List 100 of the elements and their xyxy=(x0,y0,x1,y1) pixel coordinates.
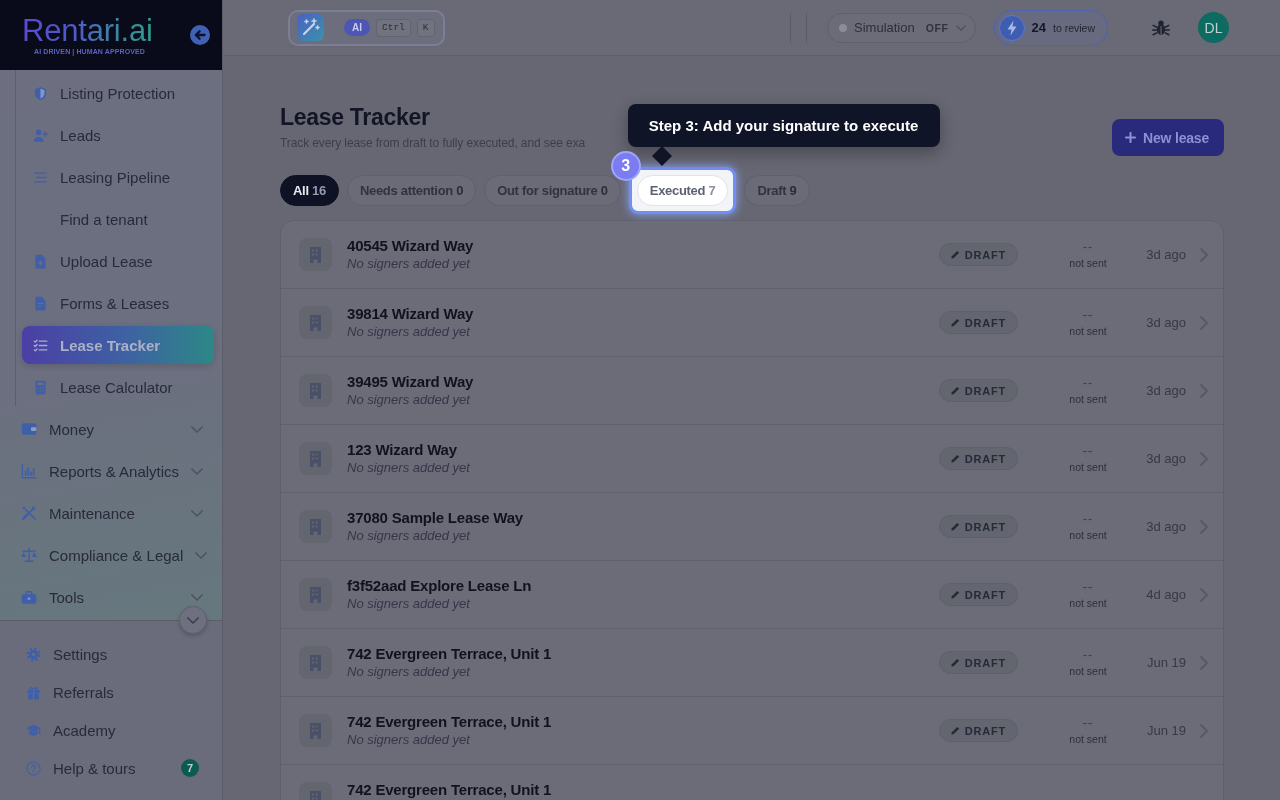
status-label: DRAFT xyxy=(964,248,1006,261)
chevron-down-icon xyxy=(955,24,966,31)
lease-title: 742 Evergreen Terrace, Unit 1 xyxy=(347,713,553,730)
filter-tab[interactable]: Draft 9 xyxy=(744,174,810,206)
file-upload-icon xyxy=(33,253,48,269)
nav-group[interactable]: Money xyxy=(10,410,212,448)
bug-icon[interactable] xyxy=(1152,18,1170,37)
filter-tab[interactable]: Out for signature 0 xyxy=(484,174,621,206)
shield-icon xyxy=(33,85,48,101)
signer-count: -- xyxy=(1082,648,1094,662)
sent-status: not sent xyxy=(1069,665,1107,677)
nav-item[interactable]: Academy xyxy=(10,713,212,747)
scale-icon xyxy=(21,547,37,563)
tooltip-pointer-icon xyxy=(651,145,672,166)
nav-group[interactable]: Maintenance xyxy=(10,494,212,532)
lease-title: 37080 Sample Lease Way xyxy=(347,509,524,526)
sent-status: not sent xyxy=(1069,597,1107,609)
calculator-icon xyxy=(33,379,48,395)
signer-count: -- xyxy=(1082,512,1094,526)
nav-item[interactable]: Forms & Leases xyxy=(22,284,214,322)
tools-icon xyxy=(21,505,37,521)
signer-count: -- xyxy=(1082,580,1094,594)
nav-group[interactable]: Tools xyxy=(10,578,212,616)
pencil-icon xyxy=(950,590,960,599)
building-icon xyxy=(299,306,332,339)
nav-item[interactable]: Find a tenant xyxy=(22,200,214,238)
building-icon xyxy=(299,578,332,611)
building-icon xyxy=(299,646,332,679)
lightning-icon xyxy=(998,14,1025,41)
plus-icon xyxy=(1125,132,1137,143)
nav-item[interactable]: Upload Lease xyxy=(22,242,214,280)
nav-item[interactable]: Lease Tracker xyxy=(22,326,214,364)
status-label: DRAFT xyxy=(964,384,1006,397)
status-label: DRAFT xyxy=(964,724,1006,737)
lease-title: 39495 Wizard Way xyxy=(347,373,475,390)
pencil-icon xyxy=(950,522,960,531)
sent-status: not sent xyxy=(1069,529,1107,541)
lines-icon xyxy=(33,169,48,185)
gift-icon xyxy=(26,684,41,700)
pencil-icon xyxy=(950,386,960,395)
nav-item[interactable]: Help & tours 7 xyxy=(10,751,212,785)
notification-count: 7 xyxy=(181,759,199,777)
nav-item[interactable]: Listing Protection xyxy=(22,74,214,112)
signer-count: -- xyxy=(1082,376,1094,390)
signer-count: -- xyxy=(1082,444,1094,458)
nav-item[interactable]: Settings xyxy=(10,637,212,671)
user-avatar[interactable]: DL xyxy=(1198,12,1229,43)
sent-status: not sent xyxy=(1069,325,1107,337)
simulation-toggle[interactable]: Simulation OFF xyxy=(827,12,976,43)
magic-wand-icon xyxy=(297,14,324,41)
nav-group[interactable]: Reports & Analytics xyxy=(10,452,212,490)
building-icon xyxy=(299,442,332,475)
pencil-icon xyxy=(950,318,960,327)
lease-title: 123 Wizard Way xyxy=(347,441,458,458)
status-label: DRAFT xyxy=(964,316,1006,329)
pencil-icon xyxy=(950,726,960,735)
page-title: Lease Tracker xyxy=(280,103,431,131)
nav-item[interactable]: Referrals xyxy=(10,675,212,709)
pencil-icon xyxy=(950,454,960,463)
settings-icon xyxy=(26,646,41,662)
building-icon xyxy=(299,238,332,271)
nav-item[interactable]: Leads xyxy=(22,116,214,154)
filter-tab[interactable]: All 16 xyxy=(280,174,339,206)
status-label: DRAFT xyxy=(964,452,1006,465)
filter-tab[interactable]: Needs attention 0 xyxy=(346,174,477,206)
lease-title: 742 Evergreen Terrace, Unit 1 xyxy=(347,781,553,798)
nav-group[interactable]: Compliance & Legal xyxy=(10,536,212,574)
user-plus-icon xyxy=(33,127,48,143)
review-button[interactable]: 24 to review xyxy=(993,9,1108,46)
new-lease-button[interactable]: New lease xyxy=(1112,119,1224,156)
command-bar[interactable]: AI Ctrl K xyxy=(288,9,445,46)
sent-status: not sent xyxy=(1069,461,1107,473)
tour-tooltip: Step 3: Add your signature to execute xyxy=(627,103,941,147)
pencil-icon xyxy=(950,250,960,259)
keyboard-key: Ctrl xyxy=(376,18,411,37)
tour-step-number: 3 xyxy=(610,150,641,181)
building-icon xyxy=(299,714,332,747)
document-icon xyxy=(33,295,48,311)
signer-count: -- xyxy=(1082,240,1094,254)
checklist-icon xyxy=(33,337,48,353)
sent-status: not sent xyxy=(1069,257,1107,269)
keyboard-key: K xyxy=(416,18,435,37)
pencil-icon xyxy=(950,658,960,667)
signer-count: -- xyxy=(1082,308,1094,322)
signer-count: -- xyxy=(1082,716,1094,730)
building-icon xyxy=(299,374,332,407)
nav-item[interactable]: Lease Calculator xyxy=(22,368,214,406)
filter-tab[interactable]: Executed 7 xyxy=(636,174,729,206)
lease-title: 40545 Wizard Way xyxy=(347,237,475,254)
status-label: DRAFT xyxy=(964,588,1006,601)
sent-status: not sent xyxy=(1069,733,1107,745)
status-label: DRAFT xyxy=(964,656,1006,669)
ai-tag: AI xyxy=(344,19,370,36)
status-label: DRAFT xyxy=(964,520,1006,533)
bar-chart-icon xyxy=(21,463,37,479)
nav-item[interactable]: Leasing Pipeline xyxy=(22,158,214,196)
toolbox-icon xyxy=(21,589,37,605)
help-icon xyxy=(26,760,41,776)
lease-title: 742 Evergreen Terrace, Unit 1 xyxy=(347,645,553,662)
chevron-down-icon xyxy=(187,616,199,624)
